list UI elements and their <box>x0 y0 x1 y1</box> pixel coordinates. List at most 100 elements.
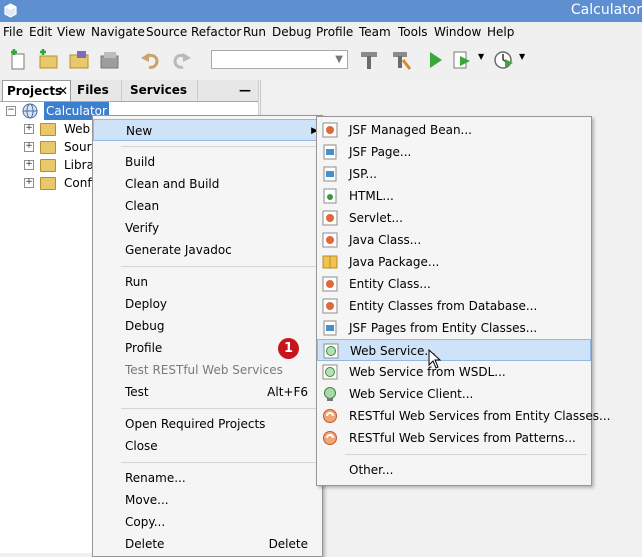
menu-item-run[interactable]: Run <box>93 271 322 293</box>
tree-item-web-pages[interactable]: + Web Pages <box>24 120 94 138</box>
menu-help[interactable]: Help <box>487 25 514 39</box>
configuration-combobox[interactable]: ▼ <box>211 50 348 69</box>
menu-item-build[interactable]: Build <box>93 151 322 173</box>
jsf-pages-icon <box>323 320 337 336</box>
clean-build-icon[interactable] <box>390 49 412 71</box>
submenu-item-label: RESTful Web Services from Entity Classes… <box>349 409 611 423</box>
menu-item-generate-javadoc[interactable]: Generate Javadoc <box>93 239 322 261</box>
jsf-page-icon <box>323 144 337 160</box>
menu-item-new[interactable]: New ▶ <box>93 119 322 141</box>
submenu-item-java-package[interactable]: Java Package... <box>317 251 591 273</box>
expand-icon[interactable]: + <box>24 142 34 152</box>
menu-item-label: New <box>126 124 153 138</box>
close-icon[interactable]: ✕ <box>58 81 68 102</box>
rest-entity-icon <box>323 409 337 423</box>
profile-icon[interactable] <box>492 49 514 71</box>
submenu-item-other[interactable]: Other... <box>317 459 591 481</box>
java-class-icon <box>322 232 338 248</box>
collapse-icon[interactable]: − <box>6 106 16 116</box>
submenu-item-jsp[interactable]: JSP... <box>317 163 591 185</box>
new-project-icon[interactable] <box>37 49 59 71</box>
menu-window[interactable]: Window <box>434 25 481 39</box>
expand-icon[interactable]: + <box>24 160 34 170</box>
menu-item-label: Clean <box>125 199 160 213</box>
submenu-item-servlet[interactable]: Servlet... <box>317 207 591 229</box>
menu-item-label: Test RESTful Web Services <box>125 363 283 377</box>
submenu-item-label: HTML... <box>349 189 394 203</box>
close-project-icon[interactable] <box>98 49 120 71</box>
menu-edit[interactable]: Edit <box>29 25 52 39</box>
submenu-item-java-class[interactable]: Java Class... <box>317 229 591 251</box>
menu-run[interactable]: Run <box>243 25 266 39</box>
menu-item-test[interactable]: Test Alt+F6 <box>93 381 322 403</box>
menu-navigate[interactable]: Navigate <box>91 25 145 39</box>
menu-item-move[interactable]: Move... <box>93 489 322 511</box>
submenu-item-entity-class[interactable]: Entity Class... <box>317 273 591 295</box>
build-icon[interactable] <box>358 49 380 71</box>
expand-icon[interactable]: + <box>24 124 34 134</box>
menu-item-open-required-projects[interactable]: Open Required Projects <box>93 413 322 435</box>
submenu-item-web-service-client[interactable]: Web Service Client... <box>317 383 591 405</box>
tab-services[interactable]: Services <box>123 80 198 101</box>
submenu-item-html[interactable]: HTML... <box>317 185 591 207</box>
menu-file[interactable]: File <box>3 25 23 39</box>
tree-item-libraries[interactable]: + Libraries <box>24 156 92 174</box>
menu-separator <box>345 454 587 455</box>
submenu-item-web-service[interactable]: Web Service... <box>317 339 591 361</box>
submenu-item-entity-classes-db[interactable]: Entity Classes from Database... <box>317 295 591 317</box>
menu-separator <box>121 146 318 147</box>
profile-dropdown-icon[interactable]: ▼ <box>519 52 525 61</box>
menu-item-clean[interactable]: Clean <box>93 195 322 217</box>
chevron-down-icon: ▼ <box>335 54 343 65</box>
undo-icon[interactable] <box>140 49 162 71</box>
menu-item-label: Debug <box>125 319 165 333</box>
expand-icon[interactable]: + <box>24 178 34 188</box>
submenu-item-label: Entity Class... <box>349 277 431 291</box>
tree-item-label: Libraries <box>64 158 92 172</box>
minimize-icon[interactable]: — <box>236 80 254 101</box>
menu-item-rename[interactable]: Rename... <box>93 467 322 489</box>
menu-tools[interactable]: Tools <box>398 25 428 39</box>
menu-debug[interactable]: Debug <box>272 25 311 39</box>
rest-patterns-icon <box>323 431 337 445</box>
open-project-icon[interactable] <box>68 49 90 71</box>
redo-icon[interactable] <box>170 49 192 71</box>
globe-icon <box>22 103 38 119</box>
web-service-icon <box>323 343 339 359</box>
menu-team[interactable]: Team <box>359 25 391 39</box>
tree-item-configuration-files[interactable]: + Configuration Files <box>24 174 92 192</box>
submenu-item-label: JSF Managed Bean... <box>349 123 472 137</box>
menu-view[interactable]: View <box>57 25 85 39</box>
tab-projects[interactable]: Projects ✕ <box>2 80 71 101</box>
menu-bar: File Edit View Navigate Source Refactor … <box>0 22 642 42</box>
debug-icon[interactable] <box>451 49 473 71</box>
menu-source[interactable]: Source <box>146 25 187 39</box>
menu-item-copy[interactable]: Copy... <box>93 511 322 533</box>
menu-item-delete[interactable]: Delete Delete <box>93 533 322 555</box>
run-icon[interactable] <box>424 49 446 71</box>
folder-icon <box>40 123 56 136</box>
submenu-item-jsf-pages-entity[interactable]: JSF Pages from Entity Classes... <box>317 317 591 339</box>
step-badge: 1 <box>278 338 299 359</box>
submenu-item-jsf-managed-bean[interactable]: JSF Managed Bean... <box>317 119 591 141</box>
menu-item-label: Profile <box>125 341 163 355</box>
menu-refactor[interactable]: Refactor <box>191 25 241 39</box>
netbeans-app-icon <box>4 3 17 18</box>
submenu-item-restful-entity[interactable]: RESTful Web Services from Entity Classes… <box>317 405 610 427</box>
menu-item-debug[interactable]: Debug <box>93 315 322 337</box>
submenu-item-web-service-wsdl[interactable]: Web Service from WSDL... <box>317 361 591 383</box>
new-file-icon[interactable] <box>8 49 30 71</box>
menu-item-close[interactable]: Close <box>93 435 322 457</box>
menu-item-label: Run <box>125 275 149 289</box>
menu-item-clean-and-build[interactable]: Clean and Build <box>93 173 322 195</box>
tab-files[interactable]: Files <box>72 80 122 101</box>
submenu-item-restful-patterns[interactable]: RESTful Web Services from Patterns... <box>317 427 591 449</box>
submenu-item-jsf-page[interactable]: JSF Page... <box>317 141 591 163</box>
folder-icon <box>40 141 56 154</box>
menu-separator <box>121 408 318 409</box>
tree-item-source-packages[interactable]: + Source Packages <box>24 138 92 156</box>
menu-profile[interactable]: Profile <box>316 25 353 39</box>
menu-item-deploy[interactable]: Deploy <box>93 293 322 315</box>
menu-item-verify[interactable]: Verify <box>93 217 322 239</box>
debug-dropdown-icon[interactable]: ▼ <box>478 52 484 61</box>
